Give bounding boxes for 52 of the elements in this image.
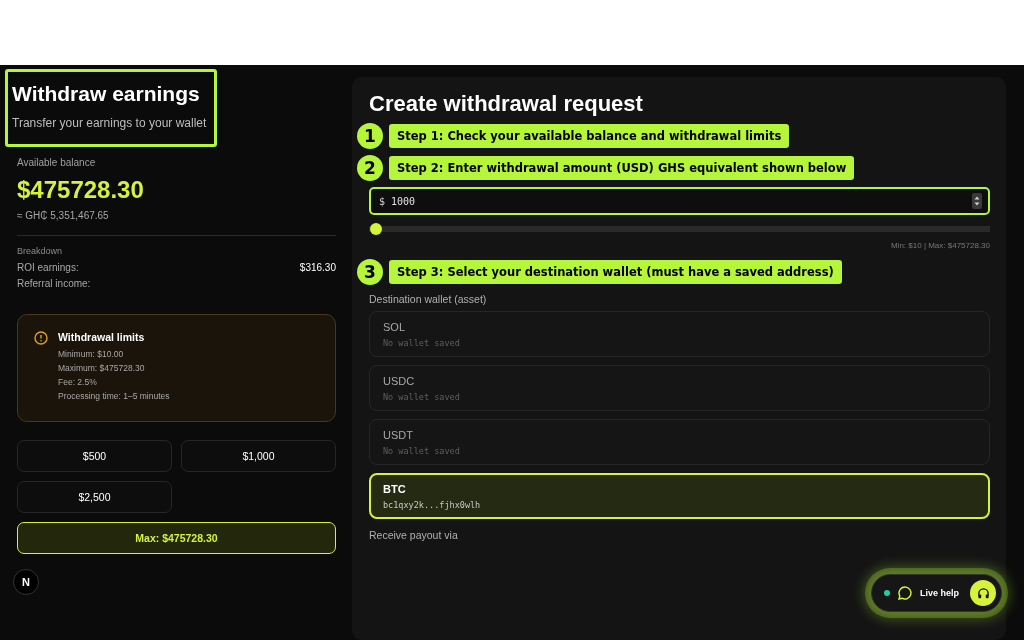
- max-amount-button[interactable]: Max: $475728.30: [17, 522, 336, 554]
- wallet-asset: USDC: [383, 375, 416, 387]
- amount-slider[interactable]: [369, 223, 990, 235]
- wallet-option[interactable]: USDC No wallet saved: [369, 365, 990, 411]
- wallet-option[interactable]: SOL No wallet saved: [369, 311, 990, 357]
- live-help-label: Live help: [920, 588, 959, 598]
- wallet-asset: SOL: [383, 321, 406, 333]
- breakdown-label: ROI earnings:: [17, 262, 79, 273]
- wallet-asset: BTC: [383, 483, 407, 495]
- limits-title: Withdrawal limits: [58, 331, 146, 343]
- wallet-asset: USDT: [383, 429, 414, 441]
- number-stepper-icon[interactable]: [972, 193, 982, 209]
- payout-label: Receive payout via: [369, 529, 459, 541]
- amount-input[interactable]: 1000: [391, 195, 966, 207]
- step-callout: Step 1: Check your available balance and withdrawal limits: [389, 124, 790, 148]
- live-help-button[interactable]: Live help: [871, 574, 1002, 612]
- breakdown-value: $316.30: [299, 262, 336, 273]
- amount-preset-button[interactable]: $1,000: [181, 440, 336, 472]
- limit-line: Minimum: $10.00: [58, 349, 125, 359]
- breakdown-label: Breakdown: [17, 246, 64, 256]
- wallet-option[interactable]: BTC bc1qxy2k...fjhx0wlh: [369, 473, 990, 519]
- step-number: 2: [357, 155, 383, 181]
- page-title: Withdraw earnings: [12, 82, 201, 106]
- chat-bubble-icon: [897, 585, 913, 601]
- converted-amount: ≈ GH₵ 5,351,467.65: [17, 210, 110, 221]
- breakdown-label: Referral income:: [17, 278, 91, 289]
- panel-title: Create withdrawal request: [369, 91, 644, 117]
- headset-icon: [976, 586, 990, 600]
- limit-line: Processing time: 1–5 minutes: [58, 391, 170, 401]
- limit-line: Maximum: $475728.30: [58, 363, 146, 373]
- slider-thumb[interactable]: [370, 223, 383, 235]
- step-callout: Step 3: Select your destination wallet (must have a saved address): [389, 260, 842, 284]
- wallet-address: No wallet saved: [383, 338, 461, 348]
- currency-prefix: $: [379, 195, 386, 207]
- balance-amount: $475728.30: [17, 176, 145, 204]
- wallet-address: bc1qxy2k...fjhx0wlh: [383, 500, 482, 510]
- amount-preset-button[interactable]: $500: [17, 440, 172, 472]
- amount-preset-button[interactable]: $2,500: [17, 481, 172, 513]
- wallet-label: Destination wallet (asset): [369, 293, 488, 305]
- wallet-option[interactable]: USDT No wallet saved: [369, 419, 990, 465]
- step-callout: Step 2: Enter withdrawal amount (USD) GHS equivalent shown below: [389, 156, 855, 180]
- range-hint: Min: $10 | Max: $475728.30: [889, 241, 990, 252]
- warning-icon: [34, 331, 48, 345]
- step-number: 3: [357, 259, 383, 285]
- page-subtitle: Transfer your earnings to your wallet: [12, 116, 207, 130]
- balance-label: Available balance: [17, 157, 97, 168]
- wallet-address: No wallet saved: [383, 392, 461, 402]
- limit-line: Fee: 2.5%: [58, 377, 98, 387]
- wallet-address: No wallet saved: [383, 446, 461, 456]
- dev-tools-button[interactable]: N: [13, 569, 39, 595]
- step-number: 1: [357, 123, 383, 149]
- amount-field[interactable]: $ 1000: [369, 187, 990, 215]
